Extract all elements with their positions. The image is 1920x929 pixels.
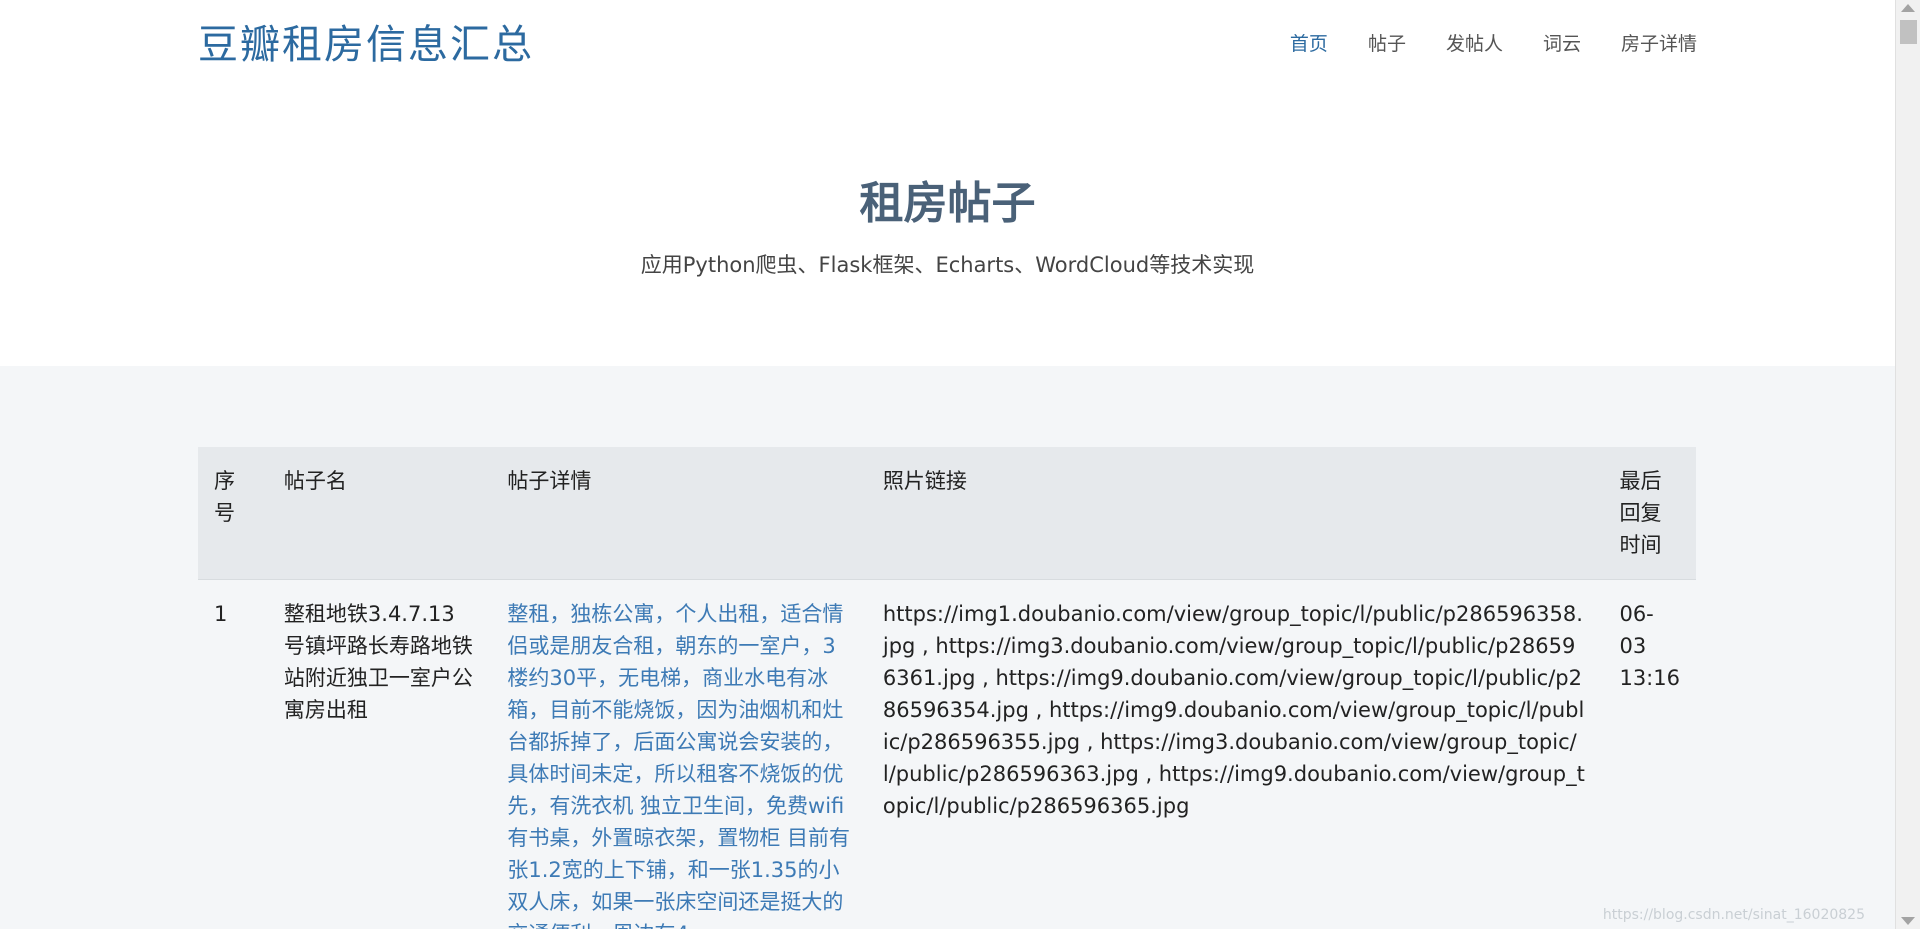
column-header-index: 序号	[198, 447, 268, 580]
nav-item-house-details[interactable]: 房子详情	[1621, 28, 1697, 60]
cell-time: 06-03 13:16	[1619, 602, 1680, 690]
column-header-time: 最后回复时间	[1603, 447, 1696, 580]
column-header-title: 帖子名	[267, 447, 492, 580]
scroll-thumb[interactable]	[1900, 20, 1917, 44]
nav-item-posters[interactable]: 发帖人	[1446, 28, 1503, 60]
nav-item-wordcloud[interactable]: 词云	[1543, 28, 1581, 60]
nav-item-posts[interactable]: 帖子	[1368, 28, 1406, 60]
page-subtitle: 应用Python爬虫、Flask框架、Echarts、WordCloud等技术实…	[640, 253, 1255, 277]
posts-section: 序号 帖子名 帖子详情 照片链接 最后回复时间 1 整租地铁3.4.7.13号镇…	[0, 366, 1895, 929]
page-title: 租房帖子	[859, 178, 1036, 229]
column-header-photos: 照片链接	[866, 447, 1604, 580]
page: 豆瓣租房信息汇总 首页 帖子 发帖人 词云 房子详情 租房帖子 应用Python…	[0, 0, 1895, 929]
cell-photos: https://img1.doubanio.com/view/group_top…	[882, 602, 1585, 818]
column-header-detail: 帖子详情	[491, 447, 867, 580]
cell-detail-link[interactable]: 整租，独栋公寓，个人出租，适合情侣或是朋友合租，朝东的一室户，3楼约30平，无电…	[491, 580, 866, 929]
nav-item-home[interactable]: 首页	[1290, 28, 1328, 60]
scroll-up-arrow-icon[interactable]	[1901, 4, 1915, 12]
cell-index: 1	[214, 602, 228, 626]
table-header-row: 序号 帖子名 帖子详情 照片链接 最后回复时间	[198, 447, 1696, 580]
cell-title: 整租地铁3.4.7.13号镇坪路长寿路地铁站附近独卫一室户公寓房出租	[283, 602, 473, 722]
brand-logo[interactable]: 豆瓣租房信息汇总	[198, 20, 534, 70]
scroll-down-arrow-icon[interactable]	[1901, 917, 1915, 925]
posts-table: 序号 帖子名 帖子详情 照片链接 最后回复时间 1 整租地铁3.4.7.13号镇…	[198, 447, 1696, 929]
main-nav: 首页 帖子 发帖人 词云 房子详情	[1290, 28, 1697, 60]
site-header: 豆瓣租房信息汇总 首页 帖子 发帖人 词云 房子详情	[0, 0, 1895, 90]
table-row: 1 整租地铁3.4.7.13号镇坪路长寿路地铁站附近独卫一室户公寓房出租 整租，…	[198, 580, 1696, 929]
hero-section: 租房帖子 应用Python爬虫、Flask框架、Echarts、WordClou…	[0, 90, 1895, 366]
vertical-scrollbar[interactable]	[1895, 0, 1920, 929]
watermark: https://blog.csdn.net/sinat_16020825	[1602, 907, 1865, 923]
